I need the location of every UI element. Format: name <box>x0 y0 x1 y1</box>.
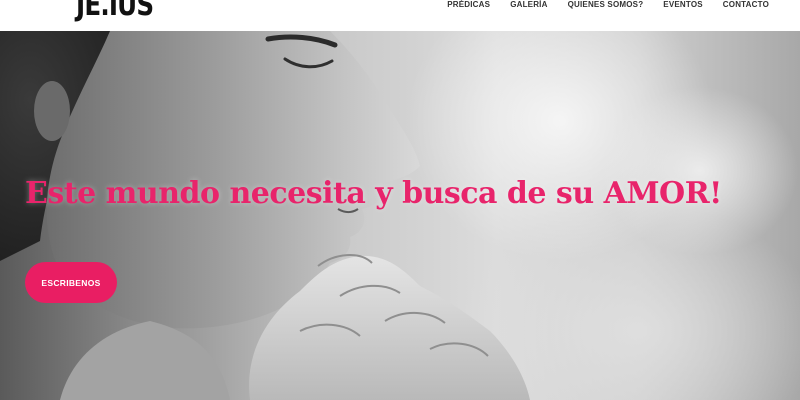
nav-item-predicas[interactable]: PRÉDICAS <box>447 0 490 9</box>
site-logo[interactable]: JE.IUS <box>76 0 154 21</box>
nav-item-quienes-somos[interactable]: QUIENES SOMOS? <box>568 0 644 9</box>
hero-headline: Este mundo necesita y busca de su AMOR! <box>25 176 722 211</box>
nav-item-eventos[interactable]: EVENTOS <box>663 0 703 9</box>
ear <box>34 81 70 141</box>
main-nav: PRÉDICAS GALERÍA QUIENES SOMOS? EVENTOS … <box>427 0 769 9</box>
hero-image-praying-woman <box>0 31 531 400</box>
escribenos-button[interactable]: ESCRIBENOS <box>25 262 117 303</box>
nav-item-contacto[interactable]: CONTACTO <box>723 0 769 9</box>
neck-shoulder <box>60 321 230 400</box>
site-header: JE.IUS PRÉDICAS GALERÍA QUIENES SOMOS? E… <box>0 0 800 31</box>
hero-section: Este mundo necesita y busca de su AMOR! … <box>0 31 800 400</box>
nav-item-galeria[interactable]: GALERÍA <box>510 0 547 9</box>
